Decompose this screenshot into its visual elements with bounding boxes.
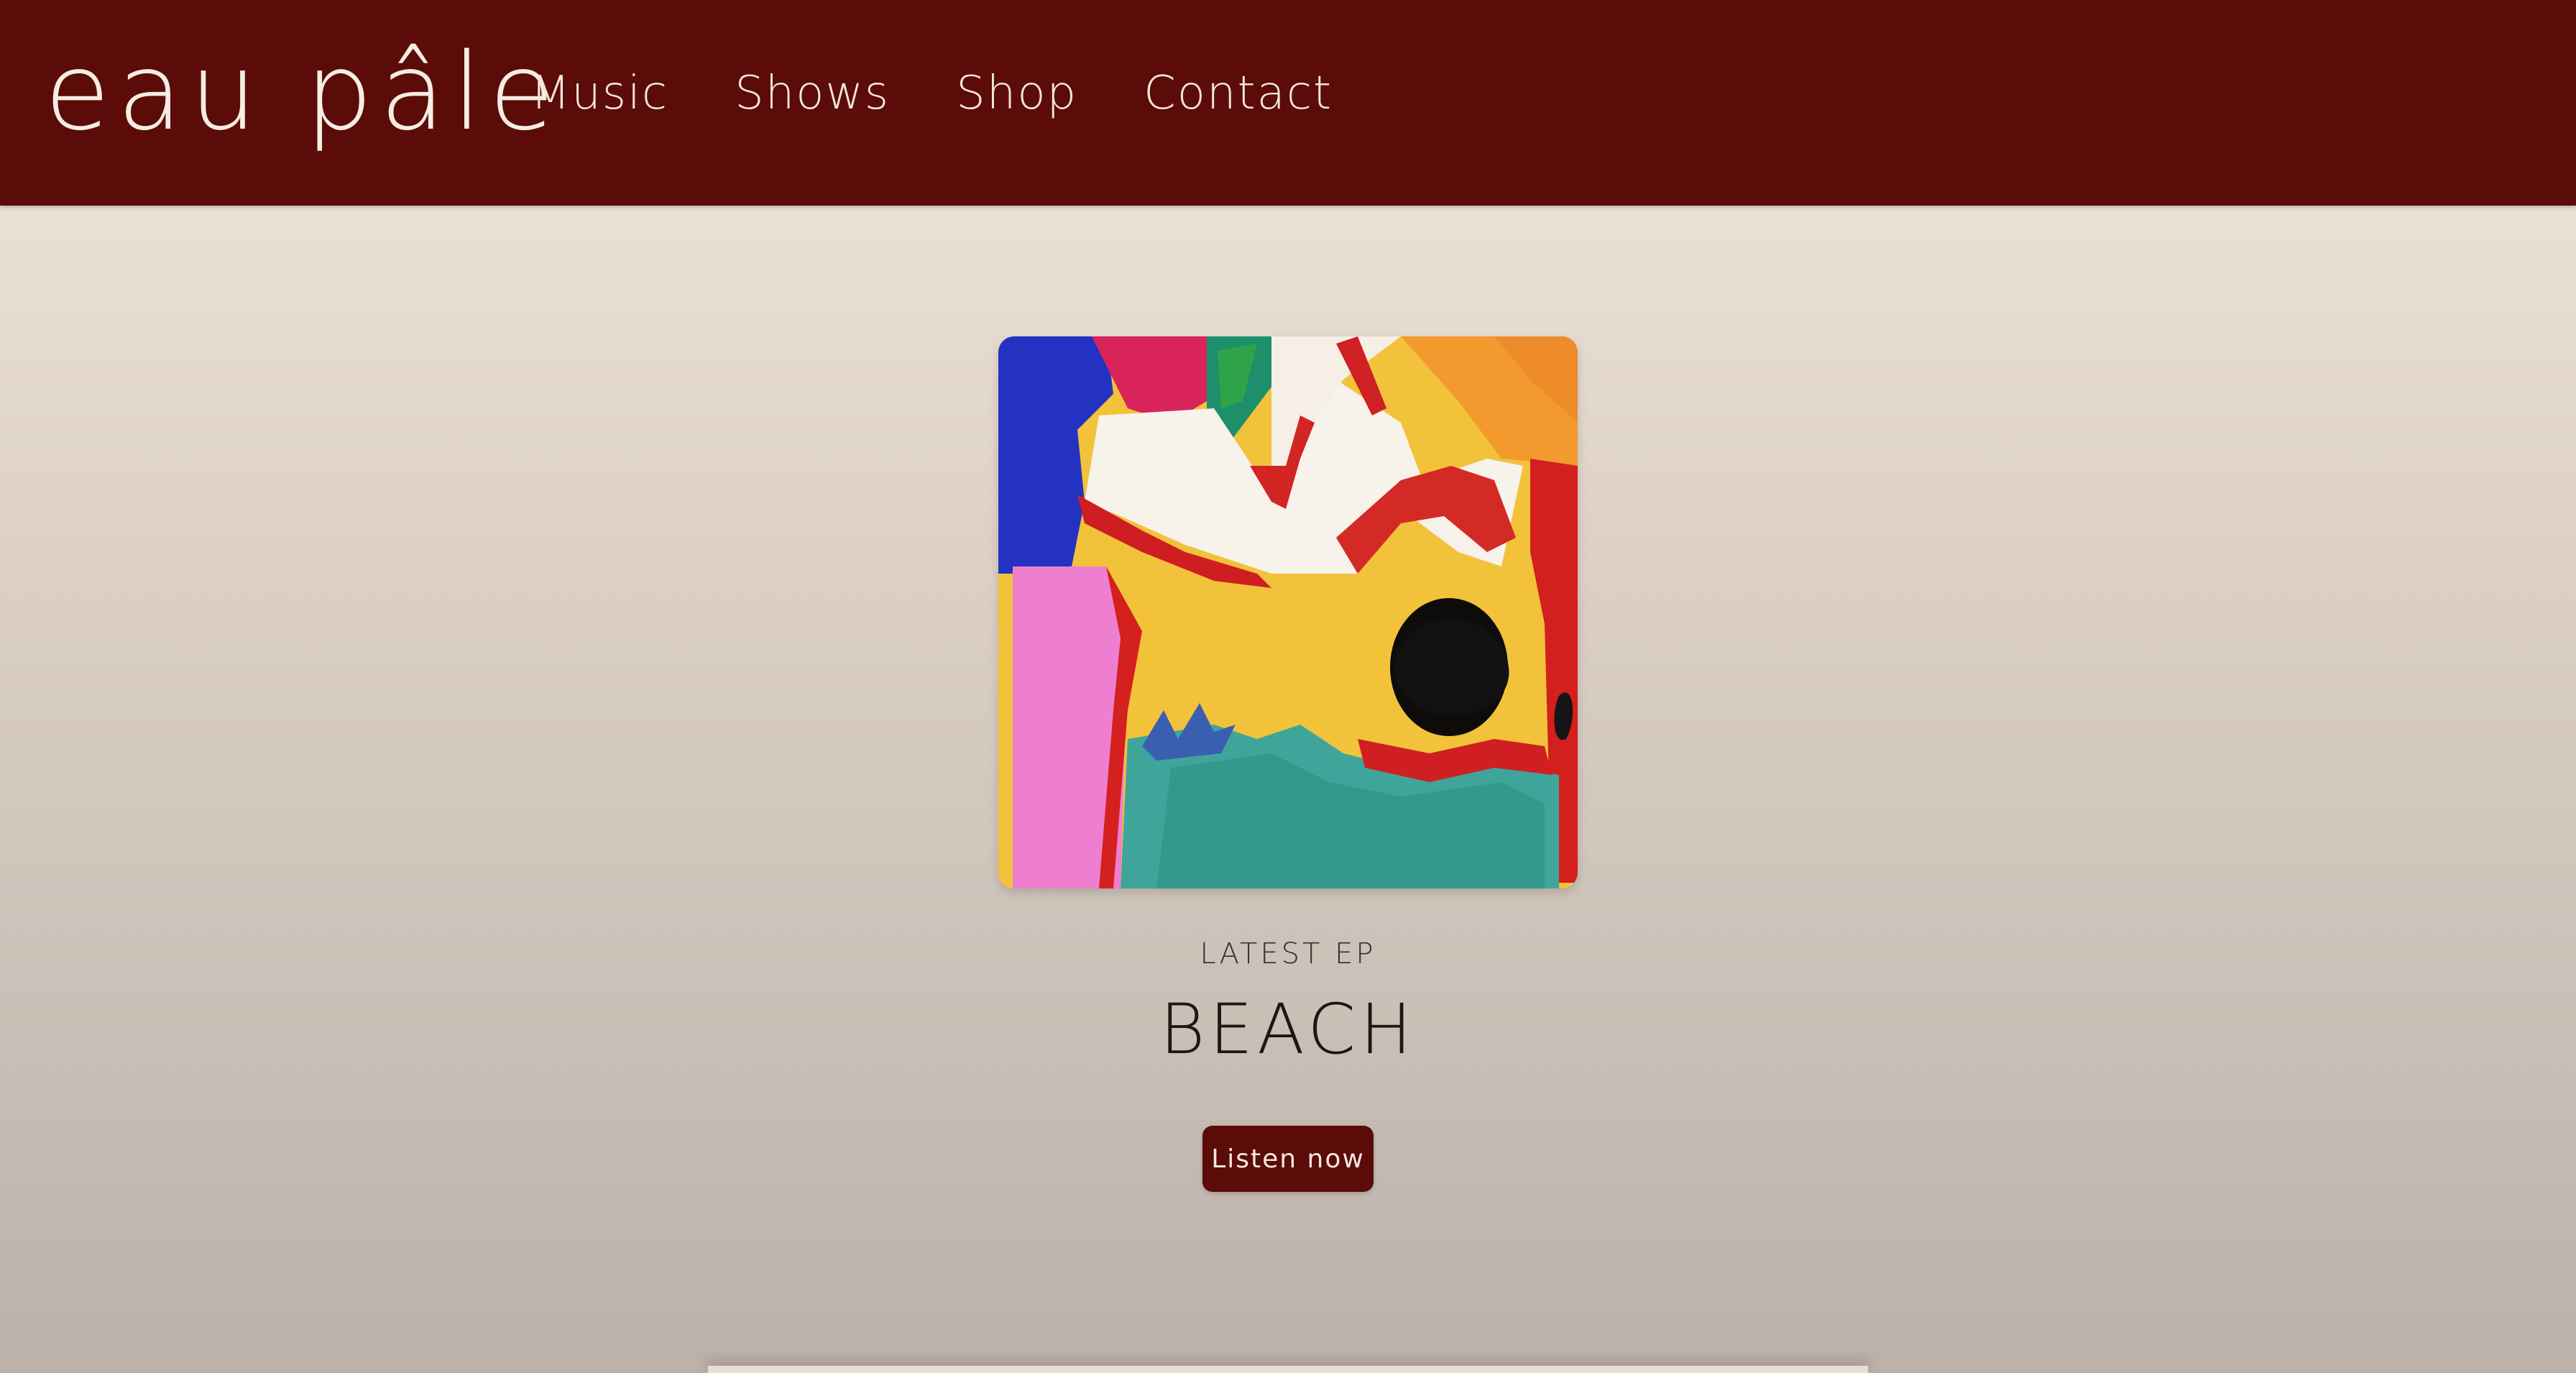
album-cover-image[interactable] (998, 336, 1578, 888)
nav-link-shows[interactable]: Shows (735, 66, 890, 121)
main-nav: Music Shows Shop Contact (530, 66, 1333, 121)
top-navigation-bar: eau pâle Music Shows Shop Contact (0, 0, 2576, 206)
next-section-card-edge (708, 1366, 1868, 1373)
abstract-painting-icon (998, 336, 1578, 888)
release-type-label: LATEST EP (1200, 937, 1376, 970)
nav-link-shop[interactable]: Shop (956, 66, 1077, 121)
album-title: BEACH (1159, 989, 1417, 1070)
nav-link-contact[interactable]: Contact (1144, 66, 1333, 121)
site-logo[interactable]: eau pâle (45, 29, 561, 157)
nav-link-music[interactable]: Music (530, 66, 668, 121)
listen-now-button[interactable]: Listen now (1202, 1126, 1374, 1192)
